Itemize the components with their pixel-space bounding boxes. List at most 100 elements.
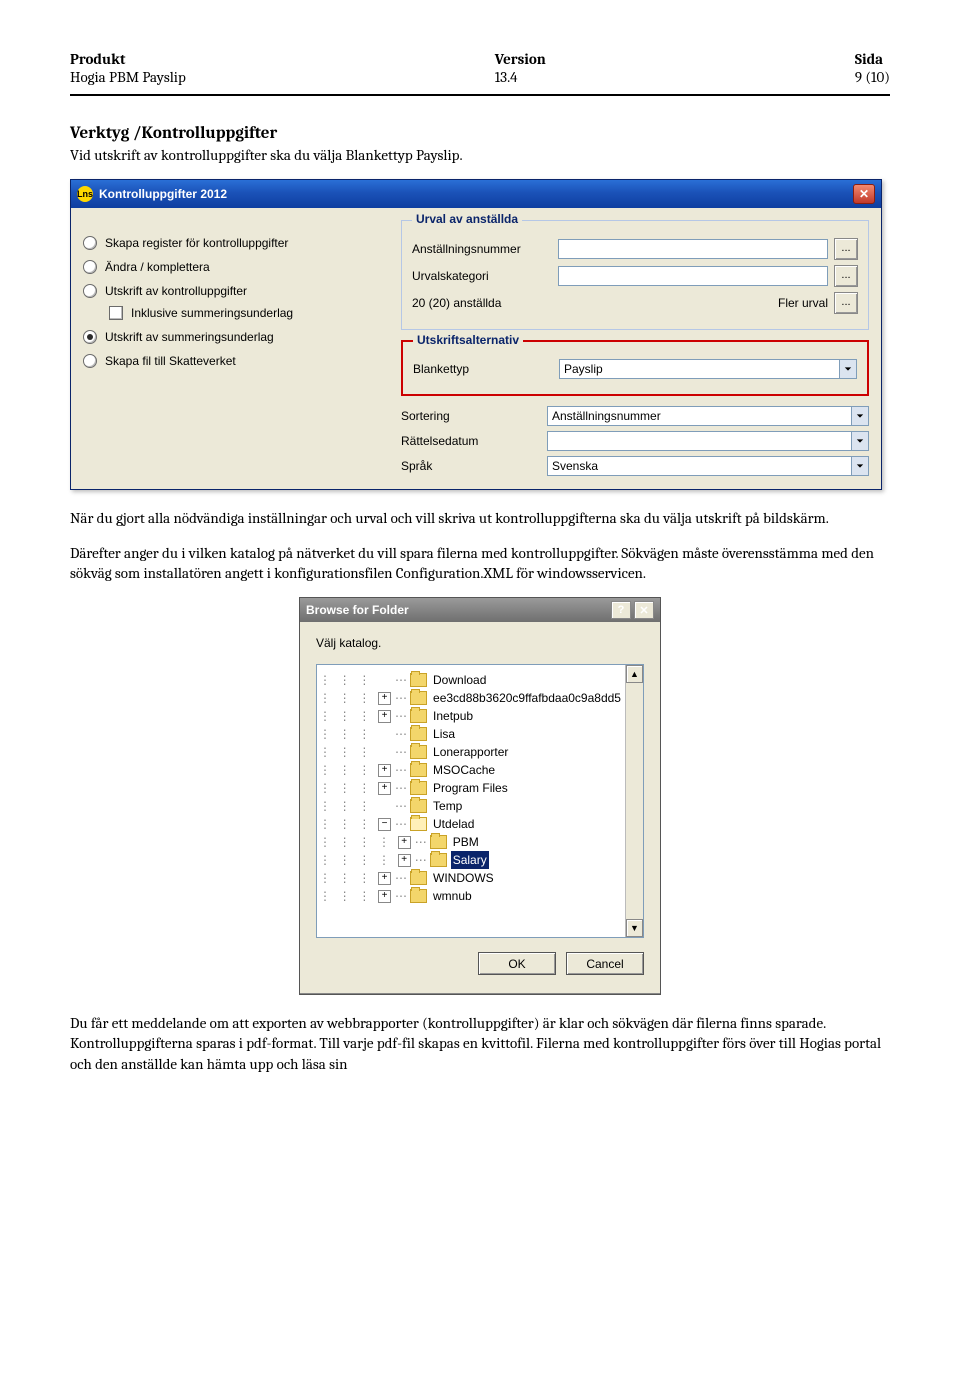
expand-icon[interactable]: +: [398, 854, 411, 867]
tree-label[interactable]: Lisa: [431, 725, 457, 743]
combo-sprak[interactable]: Svenska: [547, 456, 869, 476]
radio-icon[interactable]: [83, 236, 97, 250]
expand-icon[interactable]: +: [378, 692, 391, 705]
expand-icon[interactable]: +: [378, 782, 391, 795]
ok-button[interactable]: OK: [478, 952, 556, 975]
group-legend: Utskriftsalternativ: [413, 333, 523, 347]
tree-label[interactable]: Download: [431, 671, 488, 689]
tree-item[interactable]: ⋮ ⋮ ⋮ ⋯Download: [319, 671, 623, 689]
expand-icon[interactable]: +: [378, 710, 391, 723]
radio-skapa-fil[interactable]: Skapa fil till Skatteverket: [83, 354, 383, 368]
chevron-down-icon[interactable]: [839, 360, 856, 378]
tree-label[interactable]: Salary: [451, 851, 489, 869]
expand-icon[interactable]: +: [378, 890, 391, 903]
radio-label: Utskrift av kontrolluppgifter: [105, 284, 247, 298]
checkbox-icon[interactable]: [109, 306, 123, 320]
tree-item[interactable]: ⋮ ⋮ ⋮ ⋯Temp: [319, 797, 623, 815]
browse-prompt: Välj katalog.: [316, 636, 644, 650]
input-anstnr[interactable]: [558, 239, 828, 259]
tree-label[interactable]: PBM: [451, 833, 481, 851]
combo-blankettyp[interactable]: Payslip: [559, 359, 857, 379]
label-rattelse: Rättelsedatum: [401, 434, 541, 448]
browse-titlebar[interactable]: Browse for Folder ? ✕: [300, 598, 660, 622]
label-urvalskat: Urvalskategori: [412, 269, 552, 283]
tree-item[interactable]: ⋮ ⋮ ⋮ +⋯MSOCache: [319, 761, 623, 779]
titlebar[interactable]: Lns Kontrolluppgifter 2012 ✕: [71, 180, 881, 208]
tree-label[interactable]: Inetpub: [431, 707, 475, 725]
tree-item[interactable]: ⋮ ⋮ ⋮ +⋯Inetpub: [319, 707, 623, 725]
tree-label[interactable]: wmnub: [431, 887, 474, 905]
tree-item[interactable]: ⋮ ⋮ ⋮ +⋯WINDOWS: [319, 869, 623, 887]
label-anstnr: Anställningsnummer: [412, 242, 552, 256]
folder-icon: [410, 745, 427, 759]
folder-icon: [410, 727, 427, 741]
radio-icon[interactable]: [83, 260, 97, 274]
tree-label[interactable]: Utdelad: [431, 815, 476, 833]
scrollbar[interactable]: ▲ ▼: [625, 665, 643, 937]
radio-utskrift-kontroll[interactable]: Utskrift av kontrolluppgifter: [83, 284, 383, 298]
dialog-rule: [300, 993, 660, 994]
scroll-down-icon[interactable]: ▼: [626, 919, 643, 937]
chevron-down-icon[interactable]: [851, 407, 868, 425]
tree-item[interactable]: ⋮ ⋮ ⋮ +⋯ee3cd88b3620c9ffafbdaa0c9a8dd5: [319, 689, 623, 707]
collapse-icon[interactable]: −: [378, 818, 391, 831]
close-icon[interactable]: ✕: [634, 601, 654, 619]
chevron-down-icon[interactable]: [851, 432, 868, 450]
tree-item[interactable]: ⋮ ⋮ ⋮ +⋯wmnub: [319, 887, 623, 905]
radio-icon[interactable]: [83, 354, 97, 368]
label-sprak: Språk: [401, 459, 541, 473]
hdr-col3-value: 9 (10): [855, 68, 890, 86]
browse-anstnr-button[interactable]: ...: [834, 238, 858, 260]
tree-label[interactable]: ee3cd88b3620c9ffafbdaa0c9a8dd5: [431, 689, 623, 707]
radio-utskrift-summering[interactable]: Utskrift av summeringsunderlag: [83, 330, 383, 344]
folder-icon: [410, 799, 427, 813]
tree-label[interactable]: Lonerapporter: [431, 743, 510, 761]
folder-icon: [430, 853, 447, 867]
expand-icon[interactable]: +: [378, 872, 391, 885]
combo-value: Anställningsnummer: [552, 409, 661, 423]
expand-icon[interactable]: +: [378, 764, 391, 777]
tree-label[interactable]: MSOCache: [431, 761, 497, 779]
header-rule: [70, 94, 890, 96]
checkbox-label: Inklusive summeringsunderlag: [131, 306, 293, 320]
radio-andra[interactable]: Ändra / komplettera: [83, 260, 383, 274]
hdr-col2-value: 13.4: [495, 68, 546, 86]
combo-value: Svenska: [552, 459, 598, 473]
paragraph-3: Du får ett meddelande om att exporten av…: [70, 1013, 890, 1074]
section-title: Verktyg /Kontrolluppgifter: [70, 124, 890, 143]
kontrolluppgifter-dialog: Lns Kontrolluppgifter 2012 ✕ Skapa regis…: [70, 179, 882, 490]
folder-icon: [410, 889, 427, 903]
tree-item[interactable]: ⋮ ⋮ ⋮ ⋮ +⋯Salary: [319, 851, 623, 869]
tree-label[interactable]: Temp: [431, 797, 464, 815]
label-count: 20 (20) anställda: [412, 296, 501, 310]
tree-item[interactable]: ⋮ ⋮ ⋮ ⋮ +⋯PBM: [319, 833, 623, 851]
scroll-up-icon[interactable]: ▲: [626, 665, 643, 683]
help-icon[interactable]: ?: [611, 601, 631, 619]
combo-rattelse[interactable]: [547, 431, 869, 451]
radio-icon[interactable]: [83, 330, 97, 344]
combo-sortering[interactable]: Anställningsnummer: [547, 406, 869, 426]
input-urvalskat[interactable]: [558, 266, 828, 286]
tree-label[interactable]: Program Files: [431, 779, 510, 797]
radio-skapa-register[interactable]: Skapa register för kontrolluppgifter: [83, 236, 383, 250]
browse-title-text: Browse for Folder: [306, 603, 409, 617]
tree-label[interactable]: WINDOWS: [431, 869, 496, 887]
tree-item[interactable]: ⋮ ⋮ ⋮ +⋯Program Files: [319, 779, 623, 797]
folder-tree[interactable]: ⋮ ⋮ ⋮ ⋯Download⋮ ⋮ ⋮ +⋯ee3cd88b3620c9ffa…: [316, 664, 644, 938]
cancel-button[interactable]: Cancel: [566, 952, 644, 975]
tree-item[interactable]: ⋮ ⋮ ⋮ −⋯Utdelad: [319, 815, 623, 833]
browse-urvalskat-button[interactable]: ...: [834, 265, 858, 287]
group-urval: Urval av anställda Anställningsnummer ..…: [401, 220, 869, 330]
radio-icon[interactable]: [83, 284, 97, 298]
doc-header: Produkt Hogia PBM Payslip Version 13.4 S…: [70, 50, 890, 86]
checkbox-summering[interactable]: Inklusive summeringsunderlag: [83, 306, 383, 320]
expand-icon[interactable]: +: [398, 836, 411, 849]
tree-item[interactable]: ⋮ ⋮ ⋮ ⋯Lonerapporter: [319, 743, 623, 761]
fler-urval-button[interactable]: ...: [834, 292, 858, 314]
tree-item[interactable]: ⋮ ⋮ ⋮ ⋯Lisa: [319, 725, 623, 743]
radio-label: Skapa register för kontrolluppgifter: [105, 236, 288, 250]
close-icon[interactable]: ✕: [853, 184, 875, 204]
folder-icon: [410, 763, 427, 777]
folder-icon: [410, 709, 427, 723]
chevron-down-icon[interactable]: [851, 457, 868, 475]
